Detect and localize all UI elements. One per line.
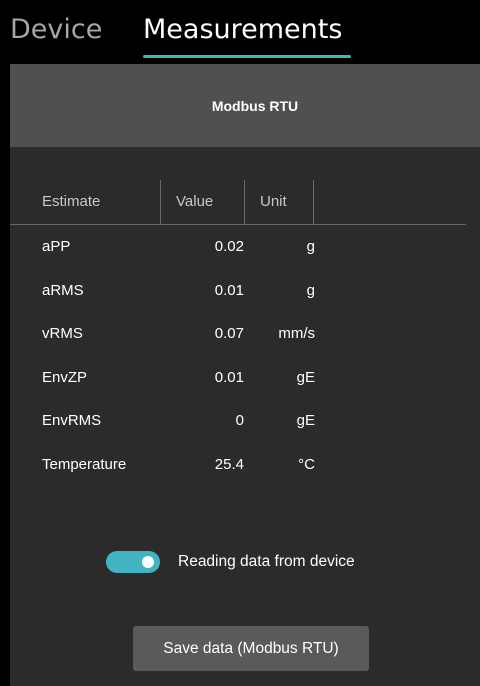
value-cell: 25.4: [214, 455, 244, 473]
toggle-label: Reading data from device: [178, 553, 355, 570]
column-header-value[interactable]: Value: [176, 180, 213, 224]
column-header-estimate[interactable]: Estimate: [42, 180, 100, 224]
tab-bar: Device Measurements: [0, 0, 480, 64]
value-cell: 0.02: [214, 238, 244, 255]
value-cell: 0: [235, 412, 244, 429]
save-data-button[interactable]: Save data (Modbus RTU): [133, 626, 369, 671]
table-row[interactable]: aPP 0.02 g: [10, 225, 466, 269]
app-window: Device Measurements Modbus RTU Estimate …: [0, 0, 480, 686]
table-header: Estimate Value Unit: [10, 180, 466, 225]
estimate-cell: EnvRMS: [42, 412, 102, 429]
column-divider[interactable]: [244, 180, 245, 224]
table-row[interactable]: vRMS 0.07 mm/s: [10, 312, 466, 356]
column-header-unit[interactable]: Unit: [260, 180, 287, 224]
panel-header: Modbus RTU: [10, 64, 480, 147]
estimate-cell: EnvZP: [42, 368, 88, 386]
table-row[interactable]: Temperature 25.4 °C: [10, 443, 466, 487]
value-cell: 0.01: [214, 281, 244, 299]
estimate-cell: aPP: [42, 238, 71, 255]
active-tab-indicator: [143, 55, 351, 58]
table-row[interactable]: EnvRMS 0 gE: [10, 399, 466, 443]
estimate-cell: vRMS: [42, 325, 83, 342]
unit-cell: gE: [296, 412, 315, 429]
tab-measurements[interactable]: Measurements: [143, 10, 342, 50]
toggle-knob: [142, 556, 154, 568]
column-divider[interactable]: [313, 180, 314, 224]
table-row[interactable]: EnvZP 0.01 gE: [10, 356, 466, 400]
value-cell: 0.07: [214, 325, 244, 342]
unit-cell: °C: [298, 455, 315, 473]
unit-cell: mm/s: [278, 325, 315, 342]
value-cell: 0.01: [214, 368, 244, 386]
column-divider[interactable]: [160, 180, 161, 224]
tab-device[interactable]: Device: [10, 10, 102, 50]
panel-title: Modbus RTU: [211, 97, 299, 114]
unit-cell: gE: [296, 368, 315, 386]
table-row[interactable]: aRMS 0.01 g: [10, 269, 466, 313]
estimate-cell: Temperature: [42, 455, 127, 473]
unit-cell: g: [306, 238, 315, 255]
reading-data-toggle[interactable]: [106, 551, 160, 573]
estimate-cell: aRMS: [42, 281, 84, 299]
unit-cell: g: [306, 281, 315, 299]
measurements-panel: Modbus RTU Estimate Value Unit aPP 0.02 …: [10, 64, 480, 686]
reading-toggle-row: Reading data from device: [106, 550, 355, 574]
measurements-table: Estimate Value Unit aPP 0.02 g aRMS 0.01…: [10, 180, 466, 486]
